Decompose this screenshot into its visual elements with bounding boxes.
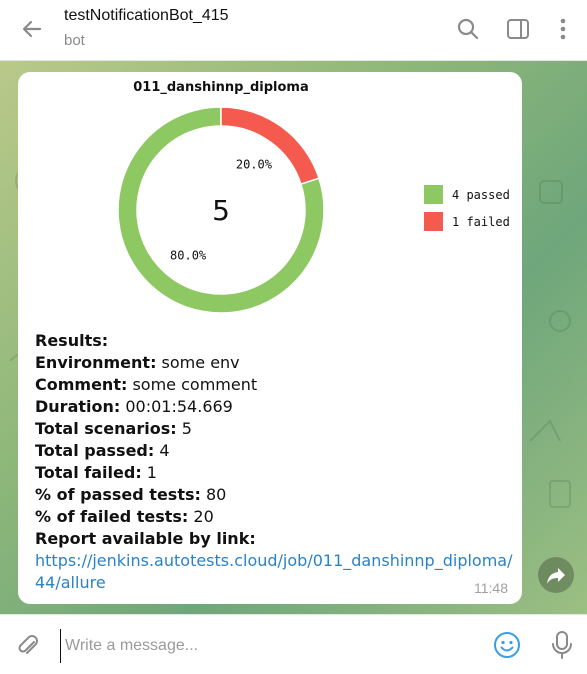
test-results-chart: 011_danshinnp_diploma 5 80.0% 20.0% 4 pas… bbox=[117, 80, 510, 314]
search-icon[interactable] bbox=[455, 16, 481, 42]
report-link[interactable]: https://jenkins.autotests.cloud/job/011_… bbox=[35, 551, 512, 592]
result-row: Environment: some env bbox=[35, 352, 515, 374]
result-value: 4 bbox=[154, 441, 170, 460]
message-bubble: 011_danshinnp_diploma 5 80.0% 20.0% 4 pas… bbox=[18, 72, 522, 604]
result-label: Duration: bbox=[35, 397, 121, 416]
message-time: 11:48 bbox=[474, 580, 508, 596]
sidebar-toggle-icon[interactable] bbox=[505, 16, 531, 42]
results-heading: Results: bbox=[35, 331, 109, 350]
result-row: Total scenarios: 5 bbox=[35, 418, 515, 440]
chat-title[interactable]: testNotificationBot_415 bbox=[64, 7, 229, 25]
result-row: Duration: 00:01:54.669 bbox=[35, 396, 515, 418]
result-label: Total scenarios: bbox=[35, 419, 177, 438]
report-label: Report available by link: bbox=[35, 529, 256, 548]
result-row: % of passed tests: 80 bbox=[35, 484, 515, 506]
more-options-icon[interactable] bbox=[550, 16, 576, 42]
legend-label: 1 failed bbox=[452, 215, 510, 229]
chart-center-label: 5 bbox=[212, 194, 230, 227]
results-text: Results: Environment: some env Comment: s… bbox=[35, 330, 515, 594]
result-value: some env bbox=[156, 353, 240, 372]
paperclip-icon[interactable] bbox=[14, 631, 42, 659]
result-label: Total failed: bbox=[35, 463, 142, 482]
result-value: 00:01:54.669 bbox=[120, 397, 233, 416]
forward-button[interactable] bbox=[538, 557, 574, 593]
chart-legend: 4 passed 1 failed bbox=[424, 185, 510, 231]
result-value: some comment bbox=[127, 375, 258, 394]
message-composer bbox=[0, 614, 587, 674]
back-arrow-icon[interactable] bbox=[18, 14, 48, 44]
legend-swatch bbox=[424, 212, 443, 231]
result-value: 20 bbox=[188, 507, 214, 526]
percent-label: 20.0% bbox=[236, 158, 273, 172]
result-label: % of failed tests: bbox=[35, 507, 189, 526]
chat-area[interactable]: 011_danshinnp_diploma 5 80.0% 20.0% 4 pas… bbox=[0, 61, 587, 614]
result-label: Environment: bbox=[35, 353, 157, 372]
result-row: Total passed: 4 bbox=[35, 440, 515, 462]
microphone-icon[interactable] bbox=[548, 629, 576, 661]
donut-slice-failed bbox=[220, 106, 320, 185]
result-label: Comment: bbox=[35, 375, 128, 394]
result-row: % of failed tests: 20 bbox=[35, 506, 515, 528]
result-label: % of passed tests: bbox=[35, 485, 201, 504]
percent-label: 80.0% bbox=[170, 248, 207, 262]
chart-title: 011_danshinnp_diploma bbox=[133, 80, 309, 95]
chat-header: testNotificationBot_415 bot bbox=[0, 0, 587, 61]
result-value: 5 bbox=[176, 419, 192, 438]
legend-label: 4 passed bbox=[452, 188, 510, 202]
emoji-icon[interactable] bbox=[492, 630, 522, 660]
result-label: Total passed: bbox=[35, 441, 155, 460]
result-value: 80 bbox=[200, 485, 227, 504]
result-row: Comment: some comment bbox=[35, 374, 515, 396]
result-value: 1 bbox=[141, 463, 157, 482]
message-input[interactable] bbox=[60, 629, 477, 663]
result-row: Total failed: 1 bbox=[35, 462, 515, 484]
chat-subtitle: bot bbox=[64, 32, 85, 49]
legend-swatch bbox=[424, 185, 443, 204]
